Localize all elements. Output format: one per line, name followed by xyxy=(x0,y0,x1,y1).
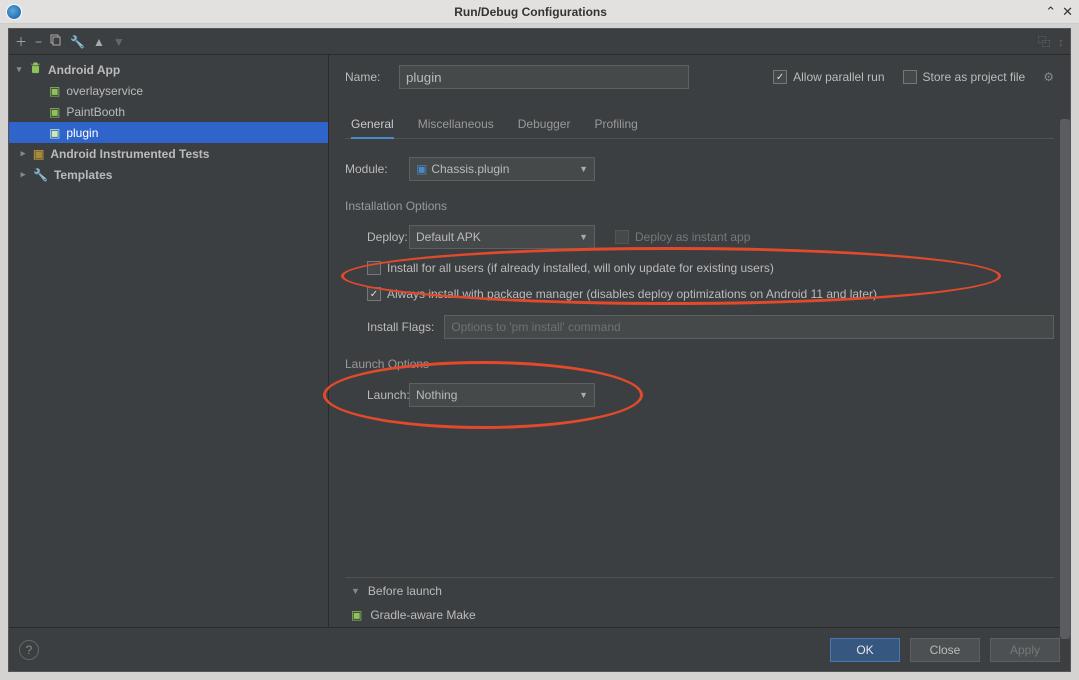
tab-profiling[interactable]: Profiling xyxy=(594,111,637,138)
move-down-icon[interactable]: ▼ xyxy=(113,35,125,49)
window-close-icon[interactable]: ✕ xyxy=(1062,4,1073,20)
allow-parallel-checkbox[interactable]: Allow parallel run xyxy=(773,70,884,84)
checkbox-icon xyxy=(367,261,381,275)
always-install-pm-checkbox[interactable]: Always install with package manager (dis… xyxy=(367,287,877,301)
combo-value: Default APK xyxy=(416,230,481,244)
tree-item-paintbooth[interactable]: ▣ PaintBooth xyxy=(9,101,328,122)
app-icon xyxy=(6,4,22,20)
scrollbar-thumb[interactable] xyxy=(1060,119,1070,639)
install-options-title: Installation Options xyxy=(345,199,1054,213)
launch-combo[interactable]: Nothing ▼ xyxy=(409,383,595,407)
window-title: Run/Debug Configurations xyxy=(22,5,1039,19)
sort-icon[interactable]: ↕ xyxy=(1058,35,1064,49)
config-panel: Name: Allow parallel run Store as projec… xyxy=(329,55,1070,627)
android-icon: ▣ xyxy=(49,126,60,140)
combo-value: Nothing xyxy=(416,388,457,402)
gear-icon[interactable]: ⚙ xyxy=(1043,70,1054,84)
chevron-down-icon[interactable]: ▾ xyxy=(13,64,25,75)
module-combo[interactable]: ▣ Chassis.plugin ▼ xyxy=(409,157,595,181)
chevron-right-icon[interactable]: ▸ xyxy=(17,169,29,180)
deploy-label: Deploy: xyxy=(345,230,409,244)
name-label: Name: xyxy=(345,70,385,84)
tree-item-overlayservice[interactable]: ▣ overlayservice xyxy=(9,80,328,101)
android-test-icon: ▣ xyxy=(33,147,44,161)
titlebar: Run/Debug Configurations ⌃ ✕ xyxy=(0,0,1079,24)
dialog-footer: ? OK Close Apply xyxy=(9,627,1070,671)
window-minimize-icon[interactable]: ⌃ xyxy=(1045,4,1056,20)
name-input[interactable] xyxy=(399,65,689,89)
folder-move-icon[interactable]: ⿻ xyxy=(1038,33,1050,50)
tree-label: plugin xyxy=(66,126,98,140)
checkbox-label: Allow parallel run xyxy=(793,70,884,84)
help-icon[interactable]: ? xyxy=(19,640,39,660)
checkbox-label: Install for all users (if already instal… xyxy=(387,261,774,275)
chevron-right-icon[interactable]: ▸ xyxy=(17,148,29,159)
tree-group-android-app[interactable]: ▾ Android App xyxy=(9,59,328,80)
install-flags-label: Install Flags: xyxy=(367,320,434,334)
chevron-down-icon: ▼ xyxy=(579,232,588,242)
checkbox-icon xyxy=(615,230,629,244)
deploy-instant-checkbox[interactable]: Deploy as instant app xyxy=(615,230,750,244)
apply-button[interactable]: Apply xyxy=(990,638,1060,662)
chevron-down-icon: ▼ xyxy=(579,390,588,400)
module-icon: ▣ xyxy=(416,162,427,176)
chevron-down-icon[interactable]: ▼ xyxy=(351,586,360,596)
launch-label: Launch: xyxy=(345,388,409,402)
deploy-combo[interactable]: Default APK ▼ xyxy=(409,225,595,249)
tab-miscellaneous[interactable]: Miscellaneous xyxy=(418,111,494,138)
before-launch-item[interactable]: ▣ Gradle-aware Make xyxy=(345,603,1054,627)
scrollbar[interactable] xyxy=(1060,55,1070,627)
before-launch-item-label: Gradle-aware Make xyxy=(370,608,475,622)
before-launch-title: Before launch xyxy=(368,584,442,598)
config-toolbar: ＋ − 🔧 ▲ ▼ ⿻ ↕ xyxy=(9,29,1070,55)
tab-bar: General Miscellaneous Debugger Profiling xyxy=(345,111,1054,139)
checkbox-checked-icon xyxy=(367,287,381,301)
tree-label: PaintBooth xyxy=(66,105,125,119)
checkbox-icon xyxy=(903,70,917,84)
wrench-icon: 🔧 xyxy=(33,168,48,182)
config-tree: ▾ Android App ▣ overlayservice ▣ PaintBo… xyxy=(9,55,329,627)
tree-group-instrumented[interactable]: ▸ ▣ Android Instrumented Tests xyxy=(9,143,328,164)
placeholder-text: Options to 'pm install' command xyxy=(451,320,620,334)
add-config-icon[interactable]: ＋ xyxy=(15,33,27,50)
ok-button[interactable]: OK xyxy=(830,638,900,662)
tab-debugger[interactable]: Debugger xyxy=(518,111,571,138)
module-label: Module: xyxy=(345,162,409,176)
tree-label: overlayservice xyxy=(66,84,143,98)
remove-config-icon[interactable]: − xyxy=(35,35,42,49)
gradle-icon: ▣ xyxy=(351,608,362,622)
combo-value: Chassis.plugin xyxy=(431,162,509,176)
checkbox-label: Store as project file xyxy=(923,70,1026,84)
copy-config-icon[interactable] xyxy=(50,34,62,49)
tree-item-plugin[interactable]: ▣ plugin xyxy=(9,122,328,143)
tree-group-templates[interactable]: ▸ 🔧 Templates xyxy=(9,164,328,185)
android-icon: ▣ xyxy=(49,105,60,119)
dialog: ＋ − 🔧 ▲ ▼ ⿻ ↕ ▾ Android App ▣ overlayser… xyxy=(8,28,1071,672)
install-flags-input[interactable]: Options to 'pm install' command xyxy=(444,315,1054,339)
checkbox-checked-icon xyxy=(773,70,787,84)
launch-options-title: Launch Options xyxy=(345,357,1054,371)
move-up-icon[interactable]: ▲ xyxy=(93,35,105,49)
store-project-checkbox[interactable]: Store as project file xyxy=(903,70,1026,84)
tree-label: Android App xyxy=(48,63,120,77)
close-button[interactable]: Close xyxy=(910,638,980,662)
tree-label: Android Instrumented Tests xyxy=(50,147,209,161)
chevron-down-icon: ▼ xyxy=(579,164,588,174)
wrench-icon[interactable]: 🔧 xyxy=(70,35,85,49)
tab-general[interactable]: General xyxy=(351,111,394,139)
checkbox-label: Always install with package manager (dis… xyxy=(387,287,877,301)
android-icon: ▣ xyxy=(49,84,60,98)
tree-label: Templates xyxy=(54,168,112,182)
checkbox-label: Deploy as instant app xyxy=(635,230,750,244)
android-icon xyxy=(29,62,42,78)
install-all-users-checkbox[interactable]: Install for all users (if already instal… xyxy=(367,261,774,275)
